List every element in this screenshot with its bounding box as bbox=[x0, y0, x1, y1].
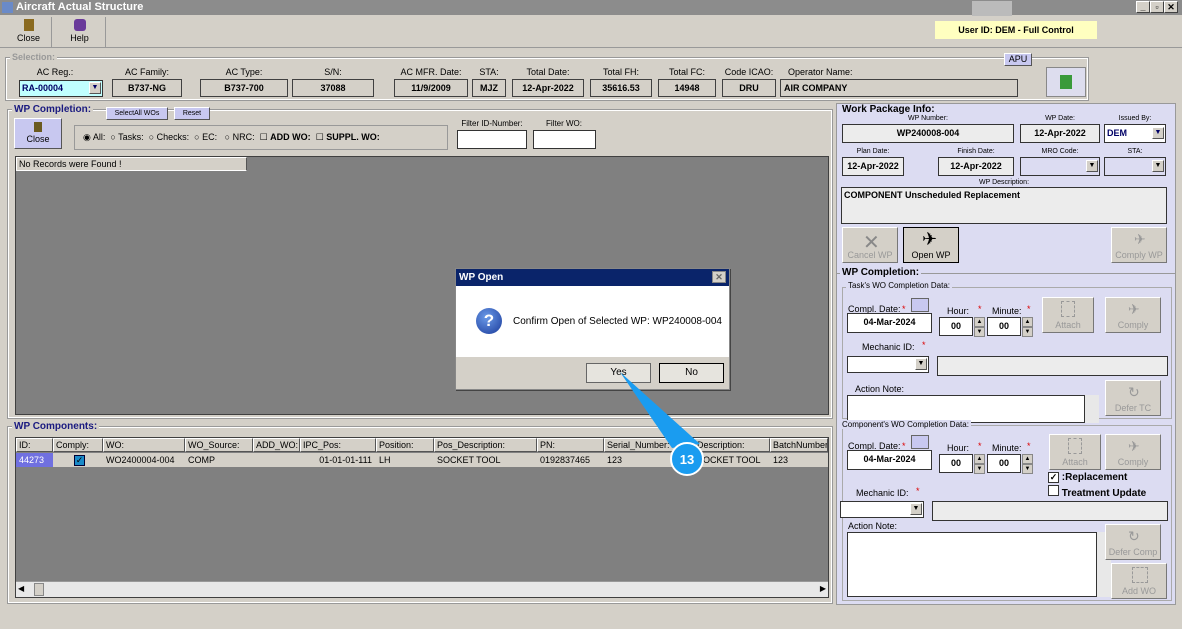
step-callout: 13 bbox=[620, 372, 704, 476]
callout-number: 13 bbox=[680, 452, 694, 467]
callout-pointer bbox=[620, 372, 700, 448]
